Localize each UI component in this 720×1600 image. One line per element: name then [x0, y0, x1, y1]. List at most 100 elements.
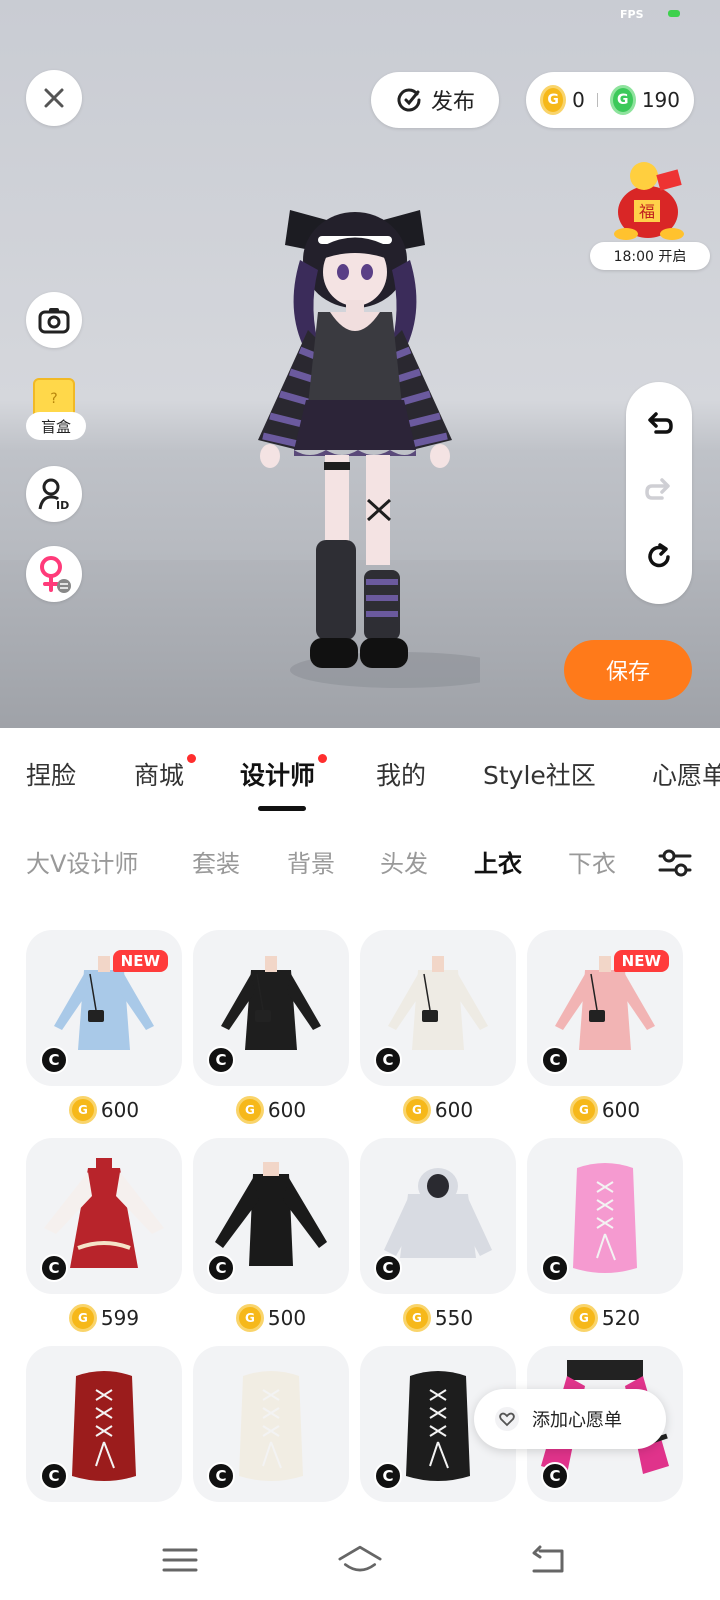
item-price-value: 500	[267, 1306, 307, 1330]
active-tab-indicator	[258, 806, 306, 811]
creator-badge-icon: C	[207, 1046, 235, 1074]
item-tile[interactable]: C G 500	[193, 1138, 349, 1334]
tab-mine[interactable]: 我的	[376, 756, 426, 792]
tab-wishlist-label: 心愿单	[652, 761, 720, 790]
publish-icon	[397, 88, 421, 112]
item-tile[interactable]: C	[193, 1346, 349, 1502]
gold-coin-icon: G	[402, 1096, 431, 1124]
subtab-tops[interactable]: 上衣	[474, 844, 522, 879]
heart-icon	[495, 1407, 519, 1431]
item-tile[interactable]: C G 600	[360, 930, 516, 1126]
gold-coin-icon: G	[68, 1304, 97, 1332]
gold-coin-icon: G	[235, 1304, 264, 1332]
item-tile[interactable]: NEW C G 600	[26, 930, 182, 1126]
item-price-value: 520	[601, 1306, 641, 1330]
add-to-wishlist-label: 添加心愿单	[532, 1410, 622, 1431]
main-tabs: 捏脸 商城 设计师 我的 Style社区 心愿单	[0, 754, 720, 816]
item-price: G 600	[193, 1094, 349, 1126]
filter-icon[interactable]	[658, 848, 692, 878]
save-button[interactable]: 保存	[564, 640, 692, 700]
tab-face[interactable]: 捏脸	[26, 756, 76, 792]
edit-history-toolbar	[626, 382, 692, 604]
tab-wishlist[interactable]: 心愿单	[652, 756, 720, 792]
green-coin-icon: G	[609, 85, 636, 115]
item-thumbnail[interactable]: NEW C	[527, 930, 683, 1086]
avatar-scene[interactable]: FPS 发布 G 0 G 190 福 18:00 开启 ? 盲盒 ID 保存	[0, 0, 720, 728]
add-to-wishlist-button[interactable]: 添加心愿单	[474, 1389, 666, 1449]
close-button[interactable]	[26, 70, 82, 126]
item-thumbnail[interactable]: C	[360, 930, 516, 1086]
redo-button[interactable]	[644, 476, 674, 510]
new-badge: NEW	[613, 950, 669, 972]
avatar-id-icon: ID	[38, 478, 69, 511]
tab-mall[interactable]: 商城	[134, 754, 197, 792]
redo-icon	[645, 478, 670, 500]
subtab-bottoms[interactable]: 下衣	[568, 844, 616, 879]
item-thumbnail[interactable]: C	[26, 1138, 182, 1294]
back-icon	[532, 1545, 564, 1573]
svg-text:福: 福	[639, 202, 655, 221]
currency-balance[interactable]: G 0 G 190	[526, 72, 694, 128]
notification-dot	[318, 754, 328, 763]
creator-badge-icon: C	[541, 1046, 569, 1074]
item-price-value: 600	[434, 1098, 474, 1122]
item-thumbnail[interactable]: C	[193, 1346, 349, 1502]
avatar-id-button[interactable]: ID	[26, 466, 82, 522]
subtab-hair[interactable]: 头发	[380, 844, 428, 879]
item-thumbnail[interactable]: NEW C	[26, 930, 182, 1086]
menu-icon	[162, 1548, 198, 1572]
reset-icon	[648, 543, 670, 568]
avatar-figure[interactable]	[230, 200, 480, 700]
item-tile[interactable]: C G 599	[26, 1138, 182, 1334]
item-tile[interactable]: C	[26, 1346, 182, 1502]
item-tile[interactable]: C G 520	[527, 1138, 683, 1334]
item-price: G 600	[527, 1094, 683, 1126]
home-button[interactable]	[338, 1538, 382, 1582]
green-coin-count: 190	[641, 88, 681, 112]
gold-coin-icon: G	[540, 85, 567, 115]
reset-button[interactable]	[644, 542, 674, 576]
tab-style-community[interactable]: Style社区	[483, 756, 596, 792]
new-badge: NEW	[112, 950, 168, 972]
item-thumbnail[interactable]: C	[360, 1138, 516, 1294]
subtab-background[interactable]: 背景	[287, 844, 335, 879]
item-tile[interactable]: NEW C G 600	[527, 930, 683, 1126]
fortune-bag-event[interactable]: 福 18:00 开启	[590, 156, 710, 272]
item-price: G 600	[26, 1094, 182, 1126]
item-price: G 550	[360, 1302, 516, 1334]
publish-button[interactable]: 发布	[371, 72, 499, 128]
svg-text:ID: ID	[56, 499, 69, 511]
back-button[interactable]	[526, 1538, 570, 1582]
creator-badge-icon: C	[207, 1462, 235, 1490]
item-thumbnail[interactable]: C	[26, 1346, 182, 1502]
female-icon	[40, 556, 71, 593]
fortune-bag-icon: 福	[614, 162, 684, 240]
tab-style-community-label: Style社区	[483, 761, 596, 790]
gender-switch-button[interactable]	[26, 546, 82, 602]
undo-icon	[648, 412, 673, 434]
subtab-outfit[interactable]: 套装	[192, 844, 240, 879]
mystery-box-button[interactable]: 盲盒	[26, 412, 86, 440]
gold-coin-icon: G	[68, 1096, 97, 1124]
undo-button[interactable]	[644, 410, 674, 444]
tab-designer[interactable]: 设计师	[240, 754, 328, 792]
gold-coin-count: 0	[572, 88, 585, 112]
publish-label: 发布	[430, 90, 475, 115]
gold-coin-icon: G	[569, 1304, 598, 1332]
tab-face-label: 捏脸	[26, 761, 77, 790]
gold-coin-icon: G	[402, 1304, 431, 1332]
event-time-label: 18:00 开启	[590, 242, 710, 270]
subtab-big-v-designer[interactable]: 大V设计师	[26, 844, 138, 879]
item-price-value: 599	[100, 1306, 140, 1330]
menu-button[interactable]	[158, 1538, 202, 1582]
creator-badge-icon: C	[40, 1462, 68, 1490]
item-thumbnail[interactable]: C	[527, 1138, 683, 1294]
item-thumbnail[interactable]: C	[193, 1138, 349, 1294]
item-tile[interactable]: C G 600	[193, 930, 349, 1126]
creator-badge-icon: C	[541, 1254, 569, 1282]
item-thumbnail[interactable]: C	[193, 930, 349, 1086]
item-price-value: 550	[434, 1306, 474, 1330]
camera-button[interactable]	[26, 292, 82, 348]
coin-divider	[596, 93, 598, 107]
item-tile[interactable]: C G 550	[360, 1138, 516, 1334]
